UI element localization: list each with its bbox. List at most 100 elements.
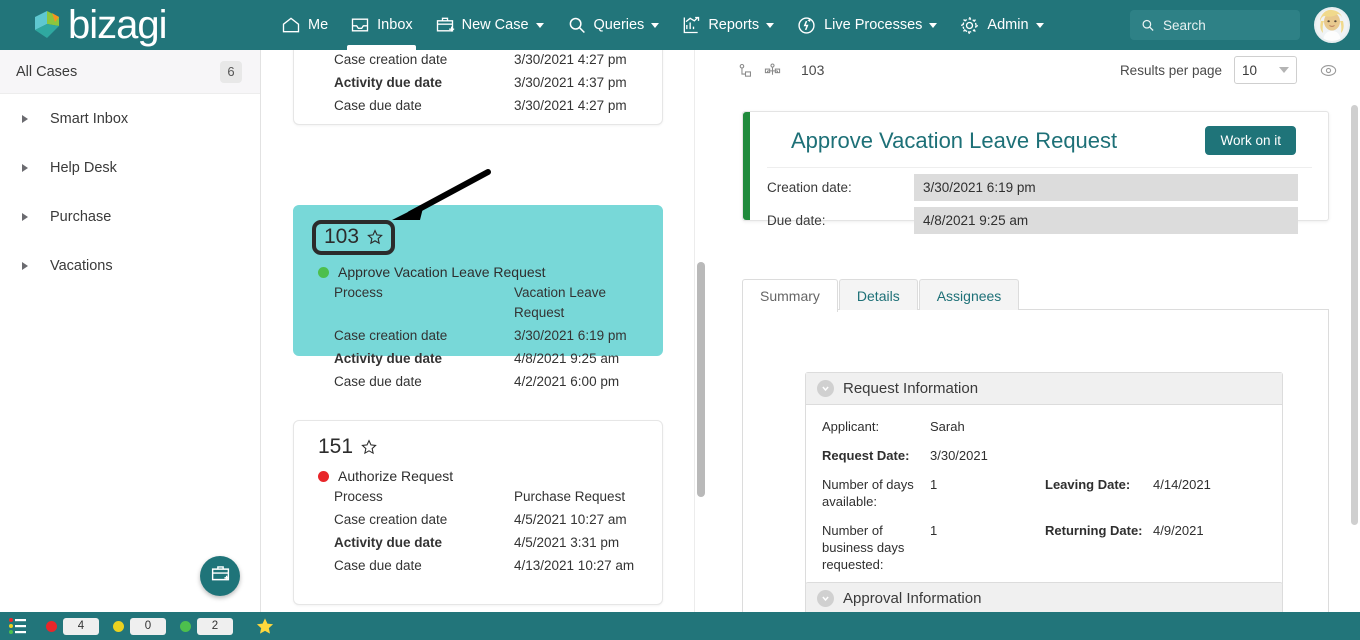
scrollbar-thumb[interactable]	[1351, 105, 1358, 525]
nav-label-reports: Reports	[708, 17, 760, 33]
case-card[interactable]: 151 Authorize Request Process Purchase R…	[293, 420, 663, 605]
sidebar-item-label: Vacations	[50, 257, 113, 274]
global-search[interactable]: Search	[1130, 10, 1300, 40]
field-label: Activity due date	[334, 75, 443, 90]
case-field-activity-due-date: Activity due date 4/8/2021 9:25 am	[294, 346, 662, 369]
chevron-down-icon	[651, 22, 660, 28]
taskbar-menu-icon[interactable]	[8, 616, 28, 636]
tab-details[interactable]: Details	[838, 279, 918, 312]
field-spacer	[1045, 418, 1268, 435]
case-activity: Approve Vacation Leave Request	[294, 255, 662, 280]
nav-item-inbox[interactable]: Inbox	[339, 0, 423, 50]
nav-item-reports[interactable]: Reports	[670, 0, 785, 50]
detail-tabs: Summary Details Assignees	[742, 279, 1020, 312]
case-activity-label: Approve Vacation Leave Request	[338, 264, 546, 280]
page-title: Approve Vacation Leave Request	[791, 127, 1118, 153]
case-card[interactable]: Open Case Process Bizagi Help Desk Case …	[293, 50, 663, 125]
case-field-process: Process Purchase Request	[294, 484, 662, 507]
sidebar-item-label: Help Desk	[50, 159, 117, 176]
sidebar-item-smart-inbox[interactable]: Smart Inbox	[0, 94, 260, 143]
returning-date-label: Returning Date:	[1045, 523, 1143, 538]
search-icon	[1140, 18, 1155, 33]
applicant-label: Applicant:	[822, 419, 880, 434]
field-value: 3/30/2021 4:27 pm	[514, 52, 627, 67]
case-list-scrollbar[interactable]	[694, 50, 707, 612]
field-spacer	[1045, 447, 1268, 464]
status-dot-yellow	[113, 620, 124, 632]
field-label: Process	[334, 489, 383, 504]
all-cases-label: All Cases	[16, 63, 78, 80]
sidebar-item-label: Smart Inbox	[50, 110, 129, 127]
detail-scrollbar[interactable]	[1348, 50, 1360, 612]
eye-icon[interactable]	[1319, 61, 1338, 80]
search-icon	[566, 15, 587, 36]
chart-icon	[681, 15, 701, 35]
nav-label-admin: Admin	[987, 17, 1029, 33]
process-path-icon[interactable]	[737, 62, 754, 79]
tab-assignees[interactable]: Assignees	[918, 279, 1020, 312]
taskbar-counter-yellow[interactable]: 0	[113, 617, 166, 635]
days-available-value: 1	[930, 477, 938, 492]
favorites-star-icon[interactable]	[255, 616, 275, 636]
taskbar-counter-red[interactable]: 4	[46, 617, 99, 635]
search-placeholder: Search	[1163, 17, 1206, 33]
new-case-fab-button[interactable]	[200, 556, 240, 596]
approval-information-header[interactable]: Approval Information	[806, 583, 1282, 612]
sidebar-item-help-desk[interactable]: Help Desk	[0, 143, 260, 192]
counter-value: 4	[63, 617, 99, 635]
main-nav-items: Me Inbox New Case Queries Reports Live P…	[270, 0, 1130, 50]
case-activity: Authorize Request	[294, 459, 662, 484]
field-label: Case creation date	[334, 512, 448, 527]
results-per-page-select[interactable]: 10	[1234, 56, 1297, 84]
case-field-case-due-date: Case due date 4/13/2021 10:27 am	[294, 553, 662, 576]
nav-item-me[interactable]: Me	[270, 0, 339, 50]
taskbar-counter-green[interactable]: 2	[180, 617, 233, 635]
sidebar-item-purchase[interactable]: Purchase	[0, 192, 260, 241]
nav-item-admin[interactable]: Admin	[948, 0, 1054, 50]
leaving-date-label: Leaving Date:	[1045, 477, 1131, 492]
process-diagram-icon[interactable]	[764, 62, 781, 79]
sidebar-all-cases-header[interactable]: All Cases 6	[0, 50, 260, 94]
favorite-star-icon[interactable]	[360, 438, 378, 456]
chevron-down-icon[interactable]	[817, 590, 834, 607]
case-header-card: Approve Vacation Leave Request Work on i…	[742, 111, 1329, 234]
field-label: Activity due date	[334, 351, 443, 366]
brand-logo[interactable]: bizagi	[0, 5, 270, 45]
request-information-header[interactable]: Request Information	[806, 373, 1282, 405]
nav-label-new-case: New Case	[461, 17, 529, 33]
case-list: Open Case Process Bizagi Help Desk Case …	[261, 50, 709, 612]
tab-summary[interactable]: Summary	[742, 279, 838, 312]
chevron-down-icon	[1035, 22, 1044, 28]
top-navigation-bar: bizagi Me Inbox New Case Queries Reports…	[0, 0, 1360, 50]
business-days-value: 1	[930, 523, 938, 538]
case-card-selected[interactable]: 103 Approve Vacation Leave Request Proce…	[293, 205, 663, 389]
request-date-value: 3/30/2021	[930, 448, 988, 463]
scrollbar-thumb[interactable]	[697, 262, 705, 497]
field-business-days: Number of business days requested: 1	[822, 522, 1045, 573]
nav-item-new-case[interactable]: New Case	[424, 0, 555, 50]
case-id: 151	[318, 435, 354, 458]
field-label: Case due date	[334, 374, 422, 389]
sidebar-item-vacations[interactable]: Vacations	[0, 241, 260, 290]
field-value: 4/5/2021 3:31 pm	[514, 535, 620, 550]
case-field-creation-date: Case creation date 4/5/2021 10:27 am	[294, 507, 662, 530]
favorite-star-icon[interactable]	[366, 228, 384, 246]
left-sidebar: All Cases 6 Smart Inbox Help Desk Purcha…	[0, 50, 261, 612]
due-date-label: Due date:	[767, 213, 826, 228]
case-field-creation-date: Case creation date 3/30/2021 4:27 pm	[294, 50, 662, 70]
request-information-panel: Request Information Applicant: Sarah Req…	[805, 372, 1283, 586]
results-per-page-value: 10	[1242, 62, 1258, 78]
case-field-process: Process Vacation Leave Request	[294, 280, 662, 323]
nav-item-live-processes[interactable]: Live Processes	[785, 0, 948, 50]
days-available-label: Number of days available:	[822, 477, 914, 509]
case-header-title-row: Approve Vacation Leave Request Work on i…	[767, 112, 1312, 168]
nav-item-queries[interactable]: Queries	[555, 0, 671, 50]
chevron-down-icon	[929, 22, 938, 28]
chevron-right-icon	[22, 261, 28, 270]
work-on-it-button[interactable]: Work on it	[1205, 126, 1296, 155]
avatar[interactable]	[1314, 7, 1350, 43]
field-value: Purchase Request	[514, 489, 626, 504]
detail-toolbar: 103 Results per page 10	[709, 50, 1360, 90]
chevron-down-icon[interactable]	[817, 380, 834, 397]
home-icon	[281, 15, 301, 35]
